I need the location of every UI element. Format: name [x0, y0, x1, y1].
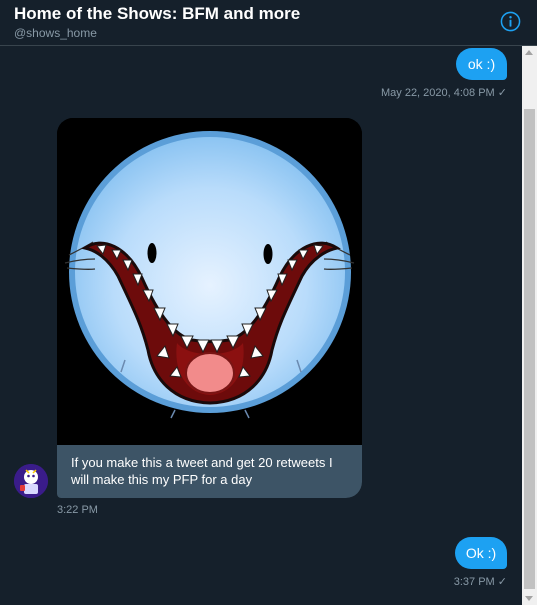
info-icon[interactable]: [500, 11, 521, 32]
outgoing-message[interactable]: ok :): [456, 48, 507, 80]
vertical-scrollbar[interactable]: [522, 46, 537, 605]
outgoing-message[interactable]: Ok :): [455, 537, 507, 569]
avatar-image: [14, 464, 48, 498]
scrollbar-thumb[interactable]: [524, 109, 535, 589]
incoming-media-message[interactable]: If you make this a tweet and get 20 retw…: [57, 118, 362, 498]
conversation-title[interactable]: Home of the Shows: BFM and more: [14, 4, 300, 24]
message-caption[interactable]: If you make this a tweet and get 20 retw…: [57, 445, 362, 498]
message-timestamp: 3:37 PM ✓: [453, 576, 507, 588]
message-timestamp: 3:22 PM: [57, 504, 98, 516]
conversation-header: Home of the Shows: BFM and more @shows_h…: [0, 0, 537, 46]
scroll-up-arrow-icon[interactable]: [525, 50, 533, 55]
blue-smiling-face-image[interactable]: [57, 118, 362, 445]
scroll-down-arrow-icon[interactable]: [525, 596, 533, 601]
conversation-handle[interactable]: @shows_home: [14, 26, 97, 40]
message-timestamp: May 22, 2020, 4:08 PM ✓: [380, 87, 507, 99]
avatar[interactable]: [14, 464, 48, 498]
